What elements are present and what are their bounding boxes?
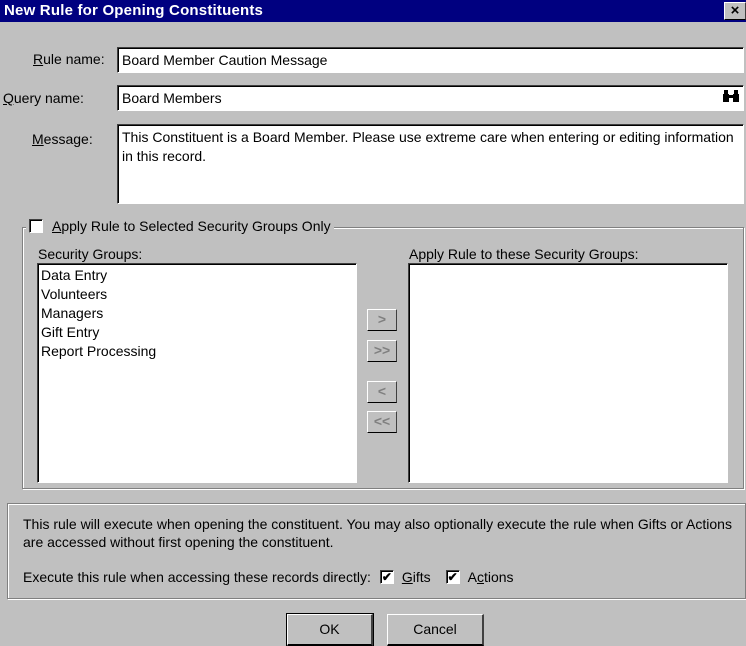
security-groups-label: Security Groups:: [38, 246, 143, 262]
add-group-button[interactable]: >: [367, 309, 397, 331]
remove-group-button[interactable]: <: [367, 381, 397, 403]
add-all-groups-button[interactable]: >>: [367, 340, 397, 362]
rule-name-field[interactable]: Board Member Caution Message: [117, 47, 744, 73]
binoculars-icon[interactable]: [721, 89, 741, 107]
binoculars-glyph: [723, 90, 739, 102]
selected-groups-list[interactable]: [408, 263, 728, 483]
list-item[interactable]: Report Processing: [41, 342, 353, 361]
message-value: This Constituent is a Board Member. Plea…: [122, 129, 734, 164]
list-item[interactable]: Volunteers: [41, 285, 353, 304]
query-name-value: Board Members: [122, 90, 222, 106]
ok-button[interactable]: OK: [286, 613, 374, 646]
apply-rule-checkbox[interactable]: [29, 219, 43, 233]
query-name-label: Query name:: [3, 90, 84, 106]
gifts-checkbox[interactable]: ✔: [379, 570, 394, 584]
message-label: Message:: [32, 131, 93, 147]
close-button[interactable]: ×: [724, 2, 746, 20]
apply-rule-label: Apply Rule to Selected Security Groups O…: [52, 218, 331, 234]
remove-all-groups-button[interactable]: <<: [367, 411, 397, 433]
list-item[interactable]: Managers: [41, 304, 353, 323]
list-item[interactable]: Data Entry: [41, 266, 353, 285]
execute-label: Execute this rule when accessing these r…: [23, 569, 371, 585]
message-field[interactable]: This Constituent is a Board Member. Plea…: [117, 124, 744, 204]
selected-groups-label: Apply Rule to these Security Groups:: [409, 246, 639, 262]
cancel-button[interactable]: Cancel: [387, 614, 484, 646]
execute-row: Execute this rule when accessing these r…: [23, 568, 514, 586]
list-item[interactable]: Gift Entry: [41, 323, 353, 342]
actions-label: Actions: [467, 569, 514, 585]
info-description: This rule will execute when opening the …: [23, 516, 732, 550]
rule-name-label: Rule name:: [33, 51, 105, 67]
gifts-label: Gifts: [401, 569, 431, 585]
window-title: New Rule for Opening Constituents: [4, 2, 264, 19]
apply-rule-option[interactable]: Apply Rule to Selected Security Groups O…: [26, 217, 334, 235]
actions-checkbox[interactable]: ✔: [445, 570, 460, 584]
query-name-field[interactable]: Board Members: [117, 85, 744, 111]
security-groups-list[interactable]: Data Entry Volunteers Managers Gift Entr…: [37, 263, 357, 483]
rule-name-value: Board Member Caution Message: [122, 52, 328, 68]
